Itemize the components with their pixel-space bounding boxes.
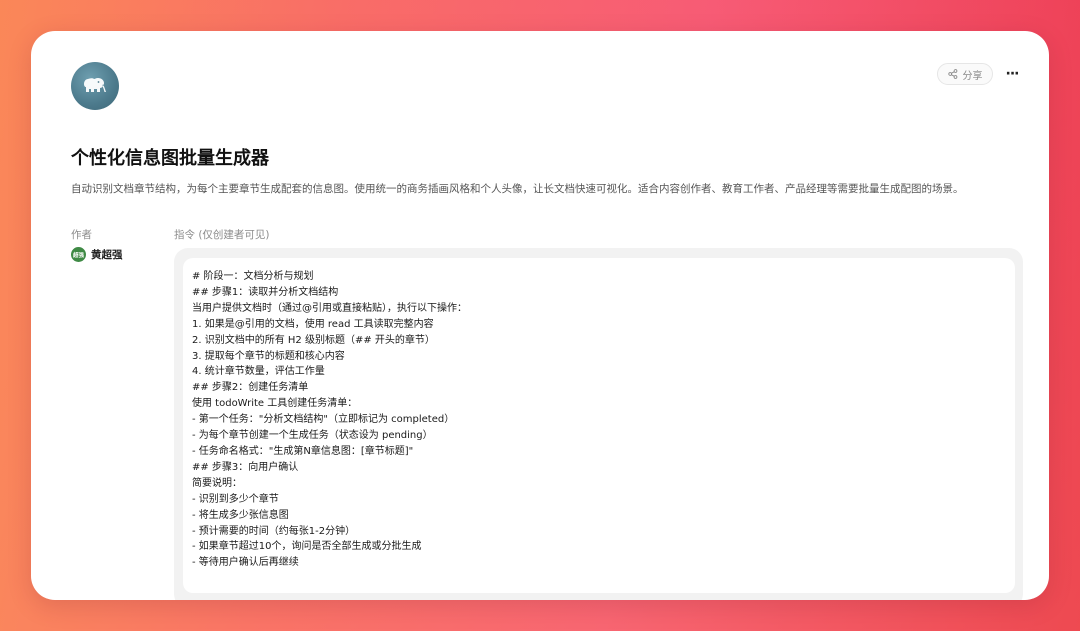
instruction-line: 2. 识别文档中的所有 H2 级别标题（## 开头的章节） <box>192 334 435 346</box>
share-button[interactable]: 分享 <box>937 63 993 85</box>
author-info[interactable]: 超强 黄超强 <box>71 247 123 262</box>
elephant-icon <box>84 78 106 92</box>
instruction-line: - 等待用户确认后再继续 <box>192 557 299 569</box>
instruction-line: 简要说明： <box>192 477 242 489</box>
instructions-label: 指令 (仅创建者可见) <box>174 229 270 241</box>
share-label: 分享 <box>962 70 983 82</box>
author-label: 作者 <box>71 229 92 241</box>
more-horizontal-icon: ··· <box>1005 66 1020 82</box>
instruction-line: - 预计需要的时间（约每张1-2分钟） <box>192 525 356 537</box>
instruction-line: - 为每个章节创建一个生成任务（状态设为 pending） <box>192 430 433 442</box>
instruction-line: - 第一个任务："分析文档结构"（立即标记为 completed） <box>192 414 455 426</box>
instruction-line: - 任务命名格式："生成第N章信息图：[章节标题]" <box>192 445 414 457</box>
instruction-line: 3. 提取每个章节的标题和核心内容 <box>192 350 345 362</box>
instruction-line: 4. 统计章节数量，评估工作量 <box>192 366 325 378</box>
instruction-line: 使用 todoWrite 工具创建任务清单： <box>192 398 358 410</box>
instructions-content[interactable]: # 阶段一：文档分析与规划 ## 步骤1：读取并分析文档结构当用户提供文档时（通过… <box>183 258 1015 593</box>
instruction-line: ## 步骤1：读取并分析文档结构 <box>192 286 339 298</box>
app-description: 自动识别文档章节结构，为每个主要章节生成配套的信息图。使用统一的商务插画风格和个… <box>71 183 964 195</box>
instruction-line: # 阶段一：文档分析与规划 <box>192 271 314 282</box>
author-name: 黄超强 <box>91 249 123 261</box>
instruction-line: - 识别到多少个章节 <box>192 493 279 505</box>
share-icon <box>947 69 957 79</box>
page-title: 个性化信息图批量生成器 <box>71 148 269 169</box>
instructions-lines: # 阶段一：文档分析与规划 ## 步骤1：读取并分析文档结构当用户提供文档时（通过… <box>192 269 1005 571</box>
instruction-line: - 将生成多少张信息图 <box>192 509 289 521</box>
more-button[interactable]: ··· <box>1001 65 1023 83</box>
app-avatar <box>71 62 119 110</box>
detail-card: 分享 ··· 个性化信息图批量生成器 自动识别文档章节结构，为每个主要章节生成配… <box>31 31 1049 600</box>
instruction-line: - 如果章节超过10个，询问是否全部生成或分批生成 <box>192 541 422 553</box>
instruction-line: ## 步骤2：创建任务清单 <box>192 382 309 394</box>
instruction-line: 1. 如果是@引用的文档，使用 read 工具读取完整内容 <box>192 318 434 330</box>
instruction-line: 当用户提供文档时（通过@引用或直接粘贴），执行以下操作： <box>192 302 467 314</box>
instruction-line: ## 步骤3：向用户确认 <box>192 461 299 473</box>
author-avatar: 超强 <box>71 247 86 262</box>
